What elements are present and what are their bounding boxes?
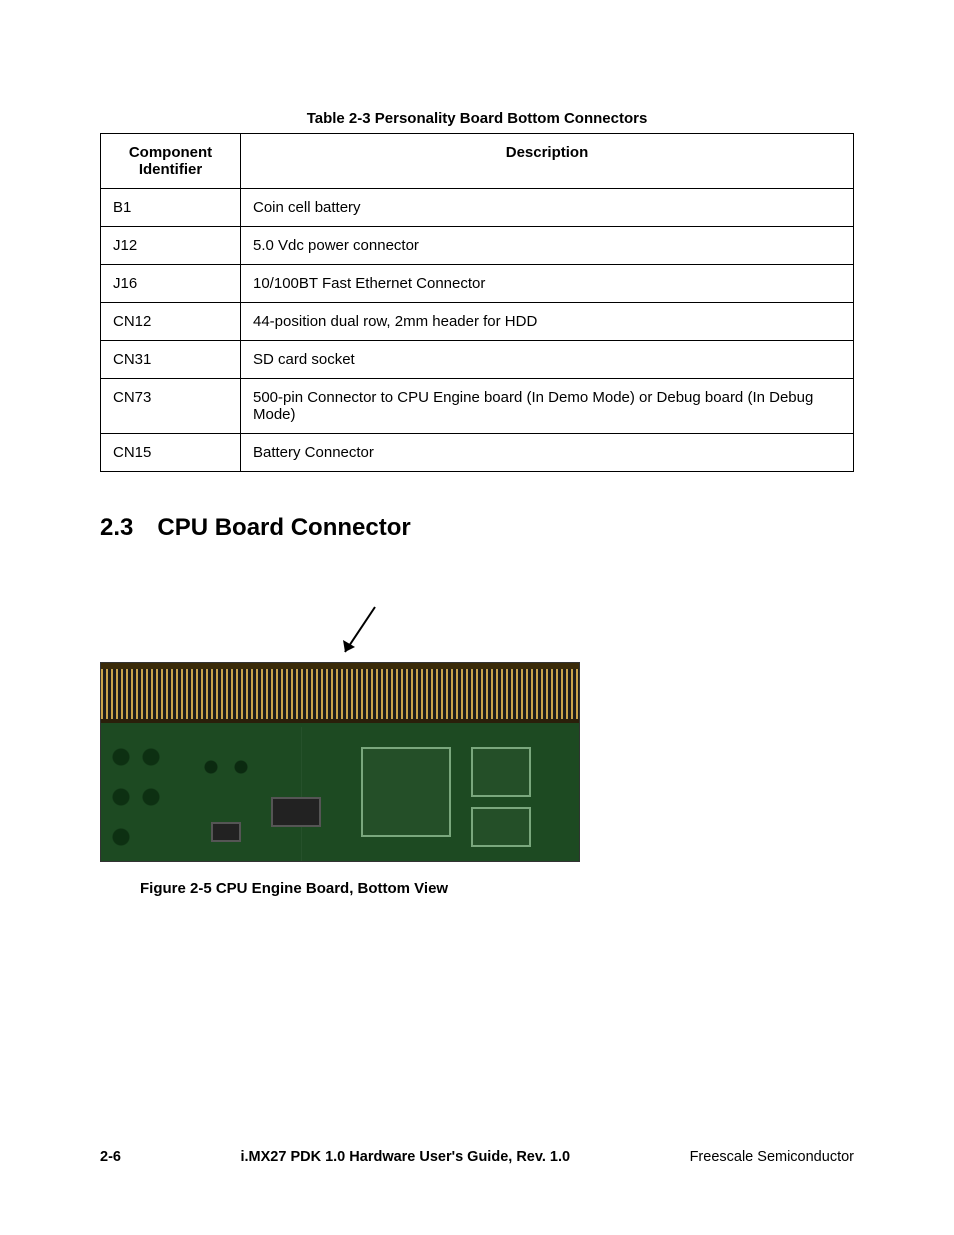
cell-id: J16 <box>101 265 241 303</box>
section-heading: 2.3 CPU Board Connector <box>100 514 854 542</box>
connectors-table: Component Identifier Description B1 Coin… <box>100 133 854 472</box>
cell-desc: Battery Connector <box>241 434 854 472</box>
cell-desc: 10/100BT Fast Ethernet Connector <box>241 265 854 303</box>
table-header-row: Component Identifier Description <box>101 134 854 189</box>
page-footer: 2-6 i.MX27 PDK 1.0 Hardware User's Guide… <box>100 1149 854 1165</box>
cell-desc: Coin cell battery <box>241 189 854 227</box>
figure-caption: Figure 2-5 CPU Engine Board, Bottom View <box>140 880 854 897</box>
board-image <box>100 662 580 862</box>
company-name: Freescale Semiconductor <box>690 1149 854 1165</box>
cell-desc: SD card socket <box>241 341 854 379</box>
doc-title: i.MX27 PDK 1.0 Hardware User's Guide, Re… <box>240 1149 570 1165</box>
header-component-id: Component Identifier <box>101 134 241 189</box>
cell-id: CN12 <box>101 303 241 341</box>
page-number: 2-6 <box>100 1149 121 1165</box>
cell-desc: 5.0 Vdc power connector <box>241 227 854 265</box>
figure: Figure 2-5 CPU Engine Board, Bottom View <box>100 602 854 897</box>
table-caption: Table 2-3 Personality Board Bottom Conne… <box>100 110 854 127</box>
cell-id: B1 <box>101 189 241 227</box>
section-number: 2.3 <box>100 514 133 542</box>
table-row: CN31 SD card socket <box>101 341 854 379</box>
header-description: Description <box>241 134 854 189</box>
cell-id: CN73 <box>101 379 241 434</box>
cell-id: CN31 <box>101 341 241 379</box>
cell-id: J12 <box>101 227 241 265</box>
table-row: CN12 44-position dual row, 2mm header fo… <box>101 303 854 341</box>
table-row: CN73 500-pin Connector to CPU Engine boa… <box>101 379 854 434</box>
cell-id: CN15 <box>101 434 241 472</box>
table-row: J12 5.0 Vdc power connector <box>101 227 854 265</box>
section-title: CPU Board Connector <box>157 514 410 541</box>
table-row: CN15 Battery Connector <box>101 434 854 472</box>
table-row: J16 10/100BT Fast Ethernet Connector <box>101 265 854 303</box>
cell-desc: 500-pin Connector to CPU Engine board (I… <box>241 379 854 434</box>
cell-desc: 44-position dual row, 2mm header for HDD <box>241 303 854 341</box>
table-row: B1 Coin cell battery <box>101 189 854 227</box>
arrow-icon <box>330 602 390 662</box>
